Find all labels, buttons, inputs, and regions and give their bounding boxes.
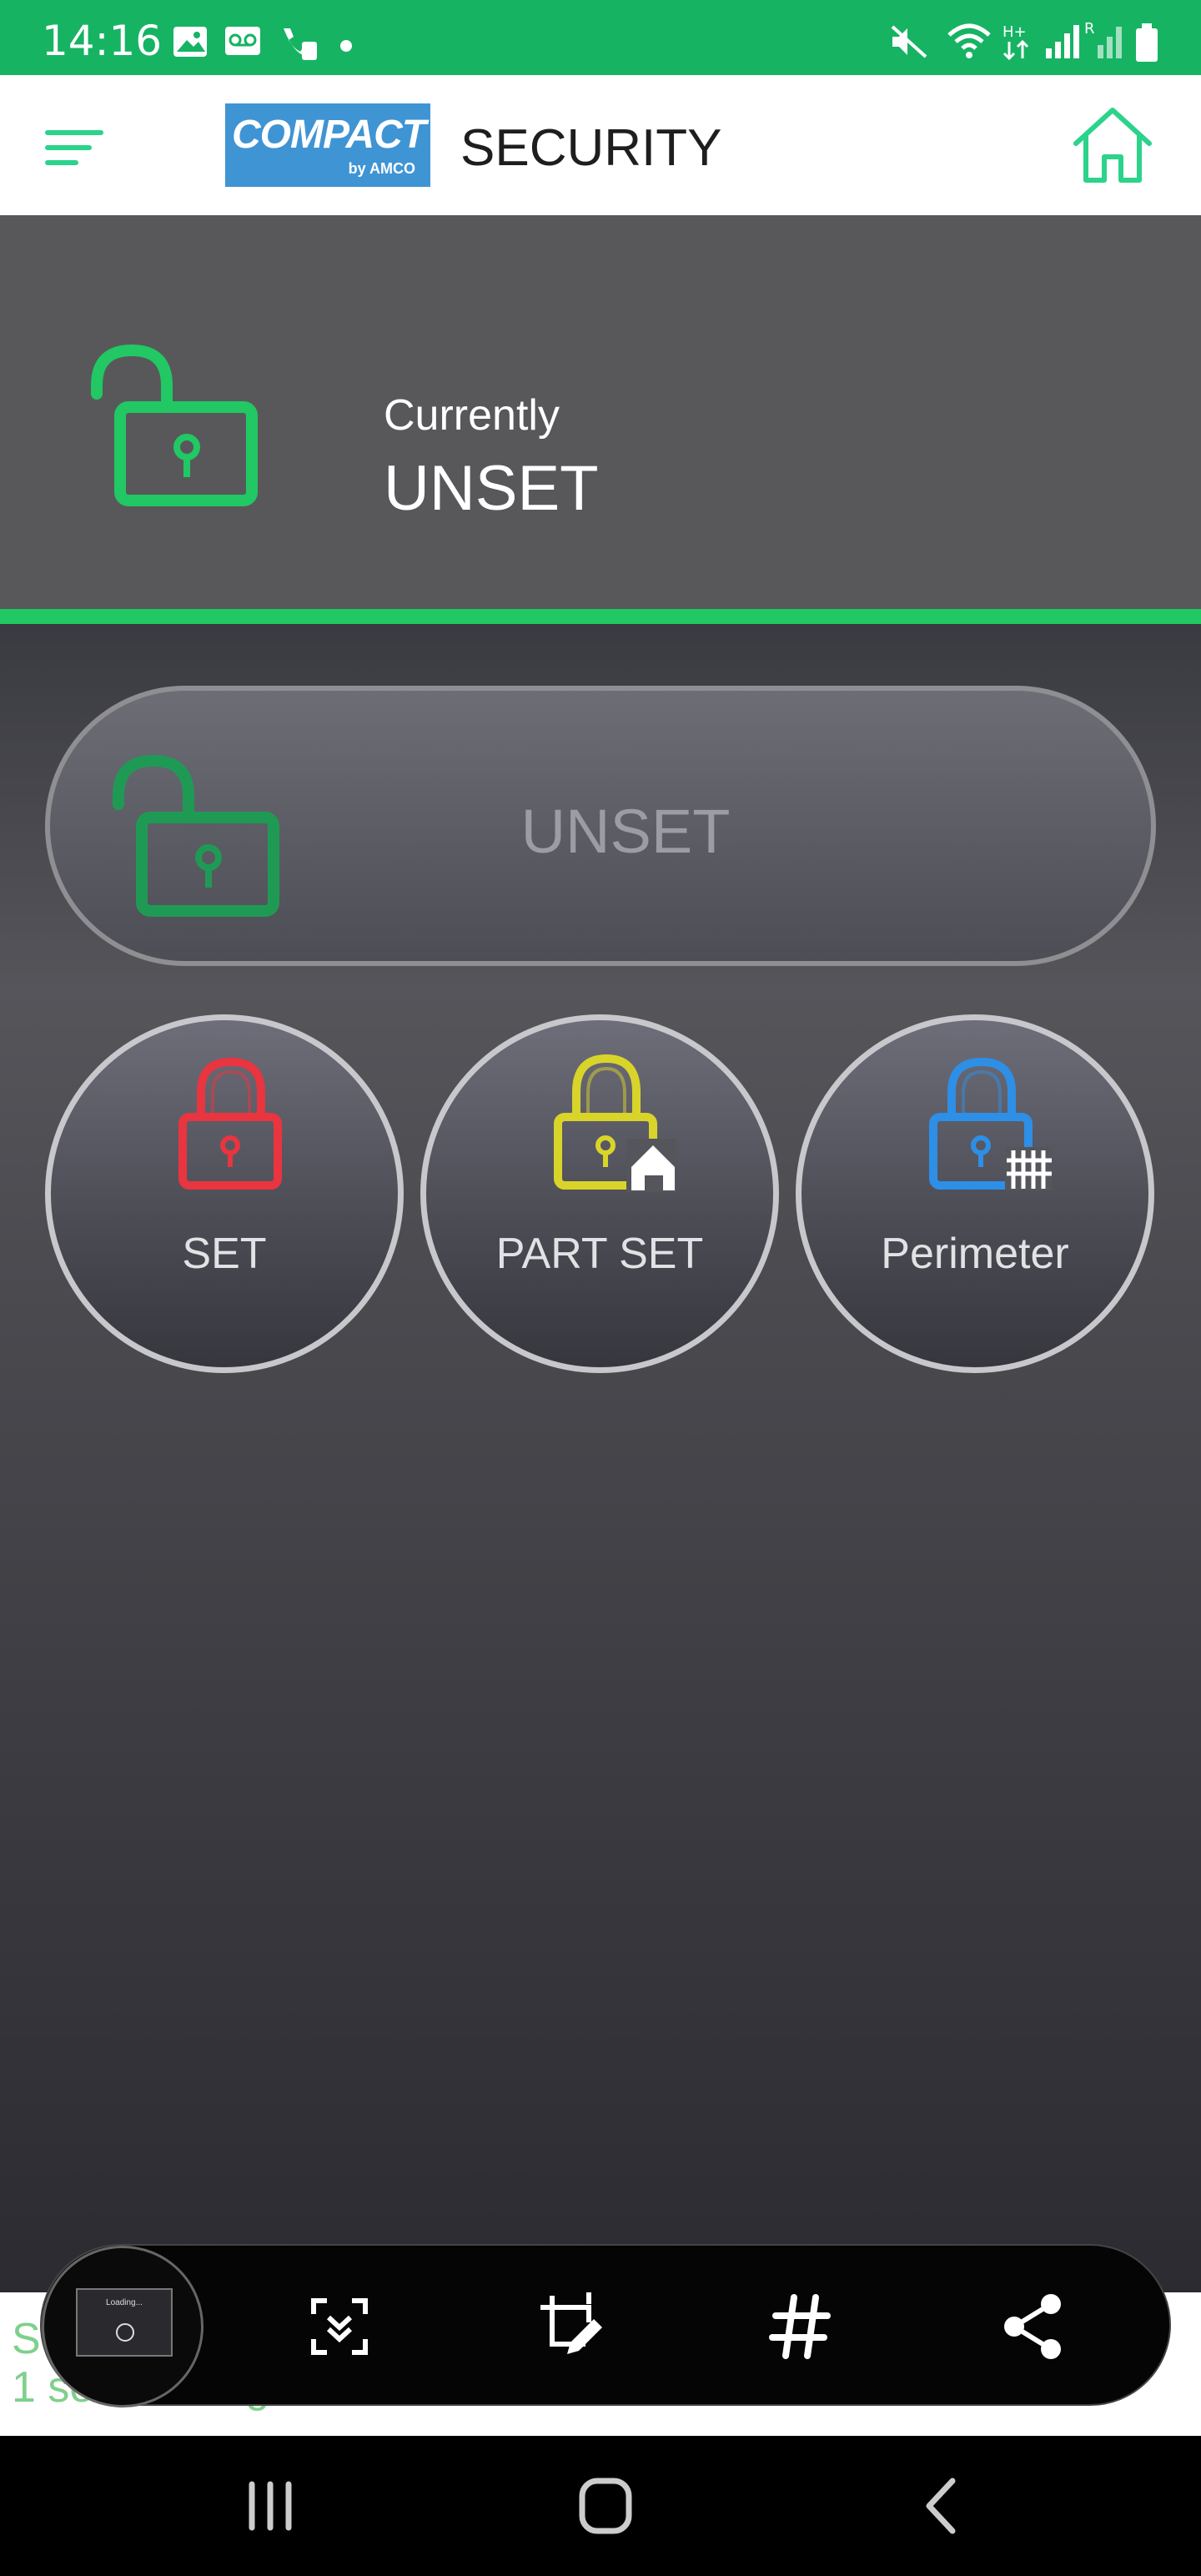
svg-text:H+: H+ xyxy=(1003,23,1027,41)
gallery-icon xyxy=(173,27,207,57)
thumbnail-preview: Loading... xyxy=(76,2288,173,2357)
home-icon[interactable] xyxy=(1071,103,1154,187)
status-panel: Currently UNSET xyxy=(0,215,1201,609)
roaming-signal-icon: R xyxy=(1084,20,1122,58)
update-text-line1: S xyxy=(12,2315,41,2363)
thumbnail-text: Loading... xyxy=(106,2298,143,2307)
scroll-capture-icon xyxy=(311,2298,368,2355)
status-value: UNSET xyxy=(384,453,599,524)
app-bar: COMPACT by AMCO SECURITY xyxy=(0,75,1201,215)
perimeter-button[interactable]: Perimeter xyxy=(796,1014,1154,1373)
share-button[interactable] xyxy=(996,2289,1071,2364)
padlock-fence-icon xyxy=(929,1057,1052,1190)
signal-icon xyxy=(1046,25,1079,58)
part-set-label: PART SET xyxy=(495,1230,704,1278)
page-title: SECURITY xyxy=(460,119,722,177)
data-hplus-icon: H+ xyxy=(1003,23,1029,61)
svg-text:R: R xyxy=(1084,20,1095,38)
compact-logo: COMPACT by AMCO xyxy=(225,103,430,187)
status-divider xyxy=(0,609,1201,624)
scroll-capture-button[interactable] xyxy=(302,2289,377,2364)
screenshot-toolbar: Loading... xyxy=(40,2244,1171,2407)
padlock-house-icon xyxy=(554,1054,676,1192)
mute-icon xyxy=(891,25,927,58)
status-label: Currently xyxy=(384,391,560,440)
unset-label: UNSET xyxy=(520,797,731,866)
part-set-button[interactable]: PART SET xyxy=(420,1014,779,1373)
logo-main-text: COMPACT xyxy=(232,113,426,157)
locked-padlock-icon xyxy=(178,1057,282,1190)
logo-sub-text: by AMCO xyxy=(348,160,415,177)
thumbnail-spinner-icon xyxy=(116,2323,134,2342)
missed-call-icon xyxy=(284,28,317,60)
unlocked-padlock-icon xyxy=(91,344,258,506)
voicemail-icon xyxy=(225,27,260,55)
recent-apps-icon[interactable] xyxy=(237,2473,304,2539)
notification-dot xyxy=(340,40,352,52)
unset-button[interactable]: UNSET xyxy=(45,686,1156,966)
set-button[interactable]: SET xyxy=(45,1014,404,1373)
navigation-bar xyxy=(0,2436,1201,2576)
status-bar: 14:16 H+ R xyxy=(0,0,1201,75)
battery-icon xyxy=(1136,23,1158,62)
perimeter-label: Perimeter xyxy=(881,1230,1069,1278)
hashtag-button[interactable] xyxy=(764,2289,839,2364)
share-icon xyxy=(1004,2294,1061,2359)
set-label: SET xyxy=(182,1230,267,1278)
crop-edit-icon xyxy=(540,2292,602,2354)
hashtag-icon xyxy=(769,2294,831,2359)
home-nav-icon[interactable] xyxy=(572,2473,639,2539)
wifi-icon xyxy=(947,23,991,58)
screenshot-thumbnail[interactable]: Loading... xyxy=(42,2246,204,2407)
menu-icon[interactable] xyxy=(42,127,108,169)
back-icon[interactable] xyxy=(909,2473,976,2539)
status-time: 14:16 xyxy=(42,17,163,65)
crop-edit-button[interactable] xyxy=(534,2289,609,2364)
